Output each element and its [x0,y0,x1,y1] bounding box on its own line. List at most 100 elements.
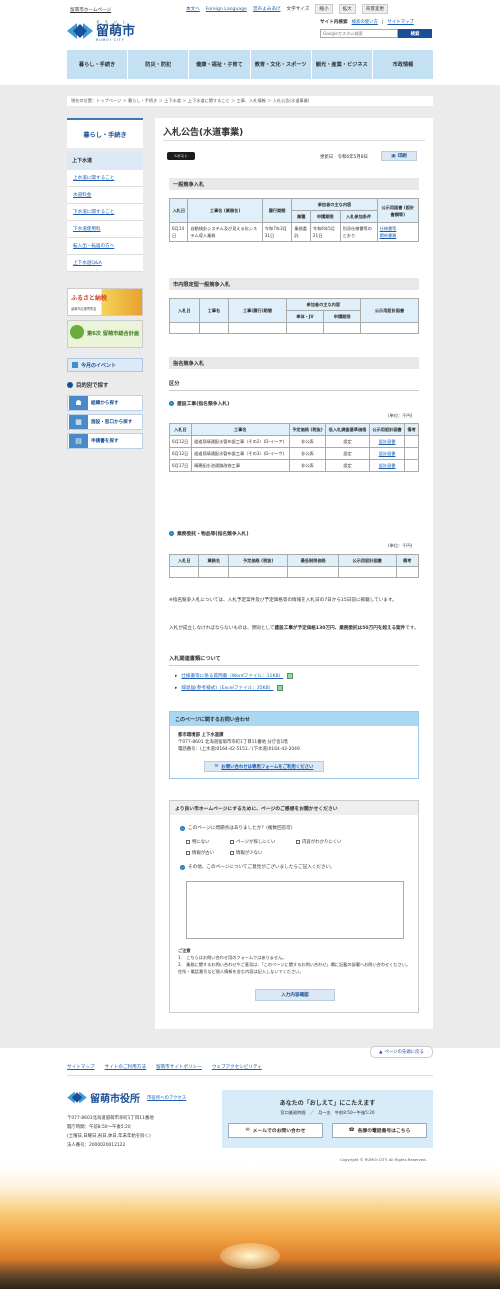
purpose-org-button[interactable]: ☗ 組織から探す [67,395,143,411]
search-help-link[interactable]: 検索の使い方 [352,19,378,25]
purpose-search: 目的別で探す ☗ 組織から探す ▦ 施設・窓口から探す ▤ 申請書を探す [67,378,143,449]
design-docs-link[interactable]: 設計図書 [379,439,396,444]
local-bid-table: 入札日 工事名 工事(履行)期間 参加者の主な内容 公示用設計図書 単体・JV 申… [169,298,419,334]
phone-list-button[interactable]: ☎ 各課の電話番号はこちら [332,1123,427,1138]
contact-dept: 都市環境部 上下水道課 [178,733,224,738]
general-bid-table: 入札日 工事名 (業務名) 履行期間 参加者の主な内容 公示用図書 (設計書類等… [168,198,420,242]
opt-none[interactable]: 特にない [186,839,210,845]
page-title: 入札公告(水道事業) [163,128,244,138]
local-bid-heading: 市内限定型一般競争入札 [169,278,419,290]
mail-inquiry-button[interactable]: ✉ メールでのお問い合わせ [228,1123,323,1138]
gnav-disaster[interactable]: 防災・防犯 [128,50,190,79]
foreign-language-link[interactable]: Foreign Language [206,7,247,12]
opt-too-little[interactable]: 情報が少ない [230,850,262,856]
background-change-button[interactable]: 背景変更 [361,4,389,14]
global-nav: 暮らし・手続き 防災・防犯 健康・福祉・子育て 教育・文化・スポーツ 観光・産業… [67,50,433,79]
site-header: 留萌市ホームページ る も い し 留萌市 RUMOI CITY 本文へ For… [0,0,500,80]
sidebar-item-moving[interactable]: 転入出・転居の方へ [67,238,143,255]
inquiry-box: あなたの「おしえて」にこたえます 窓口業務時間 ／ 月～金 午前8:50～午後5… [222,1090,433,1148]
gnav-health[interactable]: 健康・福祉・子育て [189,50,251,79]
service-bid-table: 入札日 業務名 予定価格 (税抜) 最低制限価格 公示用設計図書 備考 [168,554,419,578]
opt-outdated[interactable]: 情報が古い [186,850,214,856]
sidebar-item-sewer-fee[interactable]: 下水道使用料 [67,221,143,238]
sun-glow [220,1243,280,1269]
phone-icon: ☎ [348,1128,355,1133]
site-home-link[interactable]: 留萌市ホームページ [70,7,111,13]
survey-note: ご注意 1. こちらはお問い合わせ用のフォームではありません。 2. 業務に関す… [178,948,411,974]
footer-info: 〒077-8601北海道留萌市幸町1丁目11番地 開庁時間：午前8:50～午後5… [67,1114,154,1150]
sidebar-heading[interactable]: 暮らし・手続き [67,118,143,148]
event-link[interactable]: 今月のイベント [67,358,143,372]
design-docs-link[interactable]: 設計図書 [379,463,396,468]
inquiry-title: あなたの「おしえて」にこたえます [279,1100,376,1107]
gnav-education[interactable]: 教育・文化・スポーツ [251,50,312,79]
note-schedule: ※指名競争入札については、入札予定案件及び予定価格等の情報を入札日の7日から15… [169,598,397,603]
print-button[interactable]: ▣ 印刷 [381,151,417,161]
sunset-footer-image [0,1165,500,1289]
opt-hard-to-find[interactable]: ページが探しにくい [230,839,275,845]
bullet-icon [180,864,185,870]
search-label: サイト内検索 [320,20,348,25]
furusato-banner[interactable]: ふるさと納税 留萌市応援寄附金 [67,288,143,316]
contact-phone: 電話番号：(上水道)0164-42-5151／(下水道)0164-42-2049 [178,747,300,752]
sidebar-item-sewer[interactable]: 下水道に関すること [67,204,143,221]
footer-accessibility-link[interactable]: ウェブアクセシビリティ [212,1064,262,1070]
breadcrumb[interactable]: 現在の位置：トップページ ＞ 暮らし・手続き ＞ 上下水道 ＞ 上下水道に関する… [67,96,433,106]
footer-address: 〒077-8601北海道留萌市幸町1丁目11番地 [67,1116,154,1121]
doc-link-word[interactable]: ▸ 仕様書等に係る質問書（Wordファイル：11KB） [175,673,294,679]
sidebar-current[interactable]: 上下水道 [67,151,143,170]
excel-file-icon [277,685,284,691]
site-logo[interactable]: る も い し 留萌市 RUMOI CITY [67,20,135,42]
text-shrink-button[interactable]: 縮小 [315,4,333,14]
opt-hard-to-understand[interactable]: 内容がわかりにくい [296,839,341,845]
search-input[interactable] [320,29,398,38]
text-enlarge-button[interactable]: 拡大 [338,4,356,14]
page-top-button[interactable]: ▲ ページの先頭に戻る [370,1046,433,1058]
footer-policy-link[interactable]: 留萌市サイトポリシー [156,1064,202,1070]
organization-icon: ☗ [69,396,88,410]
footer-usage-link[interactable]: サイトのご利用方法 [105,1064,146,1070]
title-divider [163,140,425,141]
copyright: Copyright © RUMOI CITY. All Rights Reser… [340,1157,427,1162]
logo-name: 留萌市 [96,24,136,39]
service-heading: 業務委託・物品等(指名競争入札) [169,530,249,537]
comment-textarea[interactable] [186,881,404,939]
doc-link-excel[interactable]: ▸ 辞退届(参考様式)（Excelファイル：35KB） [175,685,284,691]
contact-address: 〒077-8601 北海道留萌市幸町1丁目11番地 分庁舎1階 [178,740,288,745]
purpose-forms-button[interactable]: ▤ 申請書を探す [67,433,143,449]
tweet-button[interactable]: 𝕏 ポスト [167,152,195,160]
skip-to-content-link[interactable]: 本文へ [186,6,200,12]
spec-link[interactable]: 仕様書等 [380,226,397,231]
survey-heading: より良い市ホームページにするために、ページのご感想をお聞かせください [170,801,418,815]
checkbox [230,840,234,844]
sidebar-item-water[interactable]: 上水道に関すること [67,170,143,187]
access-link[interactable]: 市役所へのアクセス [147,1095,186,1101]
gnav-living[interactable]: 暮らし・手続き [67,50,129,79]
confirm-button[interactable]: 入力内容確認 [255,989,335,1001]
document-icon: ▤ [69,434,88,448]
related-docs-link[interactable]: 関係書類 [380,233,397,238]
arrow-up-icon: ▲ [379,1049,383,1055]
city-emblem-icon [67,21,93,41]
contact-form-button[interactable]: ✉ お問い合わせは専用フォームをご利用ください [204,761,324,772]
voice-reader-link[interactable]: 音声よみあげ [253,6,281,12]
mail-icon: ✉ [245,1128,250,1133]
checkbox [186,840,190,844]
footer-logo: 留萌市役所 市役所へのアクセス [67,1090,186,1105]
purpose-facility-button[interactable]: ▦ 施設・窓口から探す [67,414,143,430]
footer-sitemap-link[interactable]: サイトマップ [67,1064,95,1070]
checkbox [186,851,190,855]
design-docs-link[interactable]: 設計図書 [379,451,396,456]
sidebar-item-faq[interactable]: 上下水道Q&A [67,255,143,272]
master-plan-banner[interactable]: 第6次 留萌市総合計画 [67,320,143,348]
sidebar-item-water-fee[interactable]: 水道料金 [67,187,143,204]
table-row [169,322,419,334]
footer-closed: (土曜日,日曜日,祝日,休日,年末年始を除く) [67,1134,151,1139]
sitemap-link[interactable]: サイトマップ [387,19,413,25]
gnav-tourism[interactable]: 観光・産業・ビジネス [312,50,373,79]
search-button[interactable]: 検索 [398,29,432,38]
updated-date: 更新日 令和6年5月8日 [320,155,368,160]
gnav-city-info[interactable]: 市政情報 [373,50,433,79]
table-row: 6月12日 道道見晴通配水管布設工事（その3）(D-イ～ウ) 非公表 設定 設計図書 [169,447,419,460]
bullet-icon [180,825,185,831]
